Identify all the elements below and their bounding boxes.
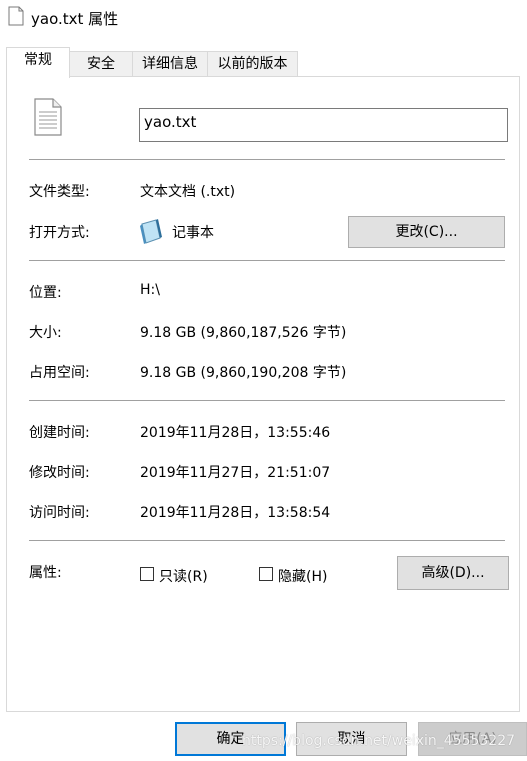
hidden-checkbox[interactable] [259, 567, 273, 581]
tab-general[interactable]: 常规 [6, 47, 70, 78]
location-value: H:\ [140, 282, 160, 298]
change-button[interactable]: 更改(C)... [348, 216, 505, 248]
notepad-icon [140, 219, 162, 244]
hidden-label[interactable]: 隐藏(H) [278, 566, 327, 586]
tab-security[interactable]: 安全 [69, 51, 133, 77]
separator [29, 159, 505, 160]
readonly-checkbox[interactable] [140, 567, 154, 581]
watermark: https://blog.csdn.net/weixin_45553227 [242, 733, 516, 749]
text-document-icon [34, 98, 62, 136]
size-on-disk-label: 占用空间: [29, 365, 90, 381]
readonly-label[interactable]: 只读(R) [159, 566, 208, 586]
accessed-label: 访问时间: [29, 505, 90, 521]
accessed-value: 2019年11月28日，13:58:54 [140, 505, 331, 521]
size-on-disk-value: 9.18 GB (9,860,190,208 字节) [140, 365, 347, 381]
modified-label: 修改时间: [29, 465, 90, 481]
attributes-label: 属性: [29, 565, 62, 581]
general-panel: yao.txt 文件类型: 文本文档 (.txt) 打开方式: 记事本 更改(C… [6, 76, 520, 712]
window-title: yao.txt 属性 [31, 10, 119, 28]
created-value: 2019年11月28日，13:55:46 [140, 425, 331, 441]
location-label: 位置: [29, 285, 62, 301]
open-with-label: 打开方式: [29, 225, 90, 241]
advanced-button[interactable]: 高级(D)... [397, 556, 509, 590]
separator [29, 540, 505, 541]
text-file-icon [8, 6, 24, 26]
modified-value: 2019年11月27日，21:51:07 [140, 465, 331, 481]
separator [29, 400, 505, 401]
file-type-label: 文件类型: [29, 184, 90, 200]
filename-field[interactable]: yao.txt [139, 108, 508, 142]
size-value: 9.18 GB (9,860,187,526 字节) [140, 325, 347, 341]
tab-previous-versions[interactable]: 以前的版本 [207, 51, 298, 77]
tab-details[interactable]: 详细信息 [132, 51, 208, 77]
separator [29, 260, 505, 261]
title-bar: yao.txt 属性 [0, 0, 527, 36]
size-label: 大小: [29, 325, 62, 341]
created-label: 创建时间: [29, 425, 90, 441]
file-type-value: 文本文档 (.txt) [140, 184, 236, 200]
open-with-app: 记事本 [172, 225, 214, 241]
